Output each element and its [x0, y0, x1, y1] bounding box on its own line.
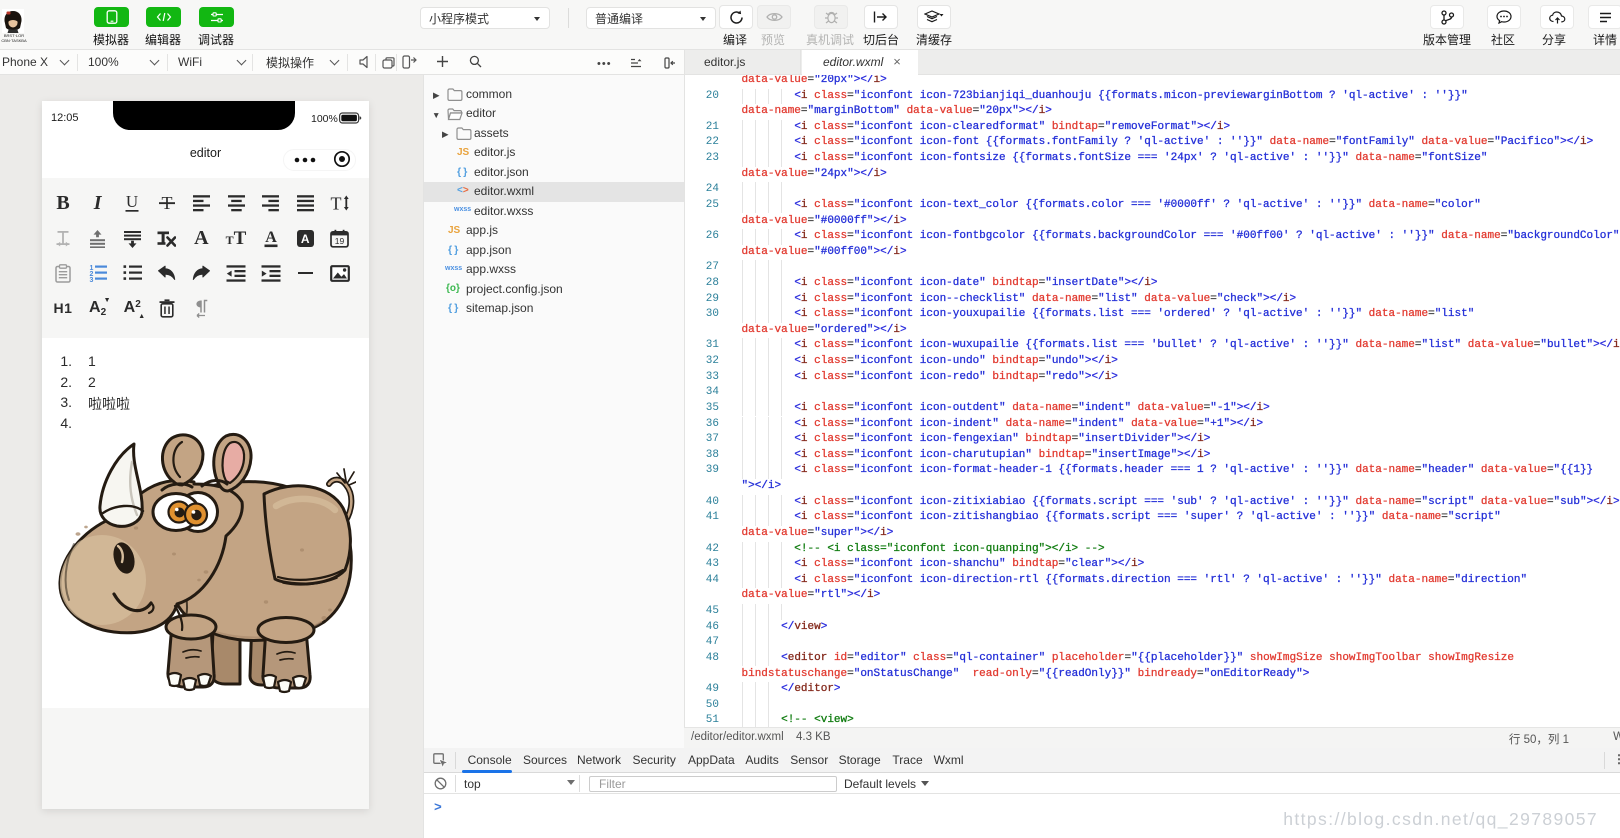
svg-text:A: A	[265, 229, 277, 246]
svg-text:U: U	[126, 194, 138, 211]
svg-text:19: 19	[335, 236, 345, 246]
svg-text:3: 3	[90, 277, 94, 282]
svg-text:T: T	[331, 194, 342, 212]
